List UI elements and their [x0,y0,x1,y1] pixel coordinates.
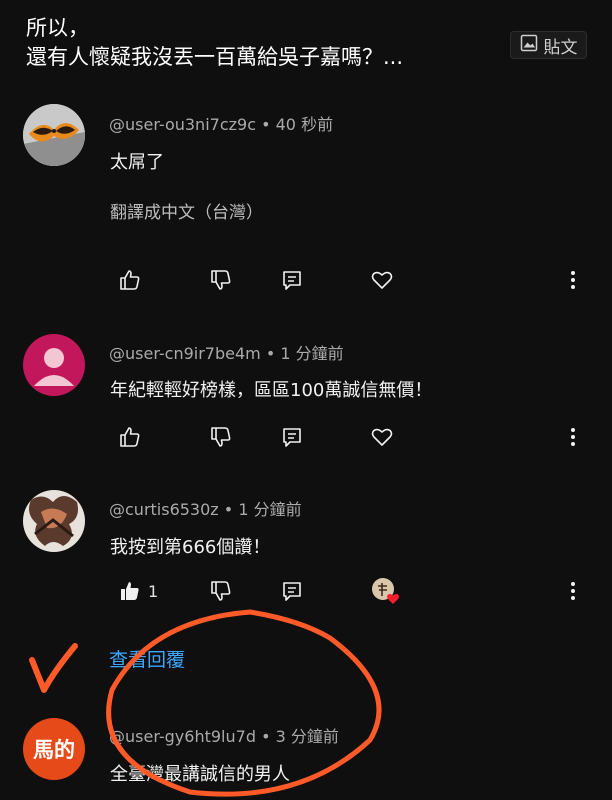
like-button[interactable]: 1 [118,576,158,606]
reply-icon [281,579,303,603]
like-button[interactable] [118,265,142,295]
image-icon [520,34,538,57]
comment-time[interactable]: 3 分鐘前 [276,727,339,746]
comment-time[interactable]: 1 分鐘前 [280,344,343,363]
like-count: 1 [148,581,159,601]
heart-button[interactable] [370,265,394,295]
comment-text: 太屌了 [110,152,164,173]
paste-button[interactable]: 貼文 [510,31,587,59]
comment-meta: @curtis6530z • 1 分鐘前 [109,500,302,519]
reply-button[interactable] [281,265,303,295]
more-vert-icon [568,268,578,292]
comment-actions: 1 [0,576,612,606]
more-button[interactable] [568,422,578,452]
comment-time[interactable]: 40 秒前 [276,115,333,134]
avatar-text: 馬的 [33,738,75,762]
view-replies-link[interactable]: 查看回覆 [109,645,185,672]
more-vert-icon [568,579,578,603]
thumb-down-icon [209,579,233,603]
thumb-up-icon [118,579,142,603]
reply-button[interactable] [281,422,303,452]
comment-author[interactable]: @curtis6530z [109,500,219,519]
more-button[interactable] [568,576,578,606]
post-title-line-1: 所以， [26,16,89,40]
creator-heart[interactable] [370,576,400,606]
comment-meta: @user-ou3ni7cz9c • 40 秒前 [109,115,334,134]
post-title-line-2: 還有人懷疑我沒丟一百萬給吳子嘉嗎？... [26,45,404,69]
comment-meta: @user-gy6ht9lu7d • 3 分鐘前 [109,727,339,746]
comment-author[interactable]: @user-ou3ni7cz9c [109,115,256,134]
thumb-up-icon [118,425,142,449]
reply-icon [281,425,303,449]
thumb-up-icon [118,268,142,292]
avatar[interactable] [23,334,85,396]
avatar[interactable] [23,104,85,166]
paste-button-label: 貼文 [543,37,578,58]
avatar[interactable]: 馬的 [23,718,85,780]
more-button[interactable] [568,265,578,295]
like-button[interactable] [118,422,142,452]
comment-time[interactable]: 1 分鐘前 [238,500,301,519]
avatar[interactable] [23,490,85,552]
dislike-button[interactable] [209,422,233,452]
translate-link[interactable]: 翻譯成中文（台灣） [110,198,263,223]
comment-meta: @user-cn9ir7be4m • 1 分鐘前 [109,344,344,363]
heart-icon [370,425,394,449]
comment-actions [0,265,612,295]
post-title: 所以， 還有人懷疑我沒丟一百萬給吳子嘉嗎？... [26,14,486,72]
thumb-down-icon [209,268,233,292]
comment-actions [0,422,612,452]
creator-heart-icon [370,576,400,606]
reply-button[interactable] [281,576,303,606]
checkmark-annotation [29,643,78,693]
comment-author[interactable]: @user-cn9ir7be4m [109,344,261,363]
comment-text: 年紀輕輕好榜樣，區區100萬誠信無價！ [110,380,433,401]
reply-icon [281,268,303,292]
comment-text: 全臺灣最講誠信的男人 [110,764,290,785]
thumb-down-icon [209,425,233,449]
comment-author[interactable]: @user-gy6ht9lu7d [109,727,256,746]
more-vert-icon [568,425,578,449]
comment-text: 我按到第666個讚！ [110,537,271,558]
heart-icon [370,268,394,292]
dislike-button[interactable] [209,576,233,606]
dislike-button[interactable] [209,265,233,295]
heart-button[interactable] [370,422,394,452]
